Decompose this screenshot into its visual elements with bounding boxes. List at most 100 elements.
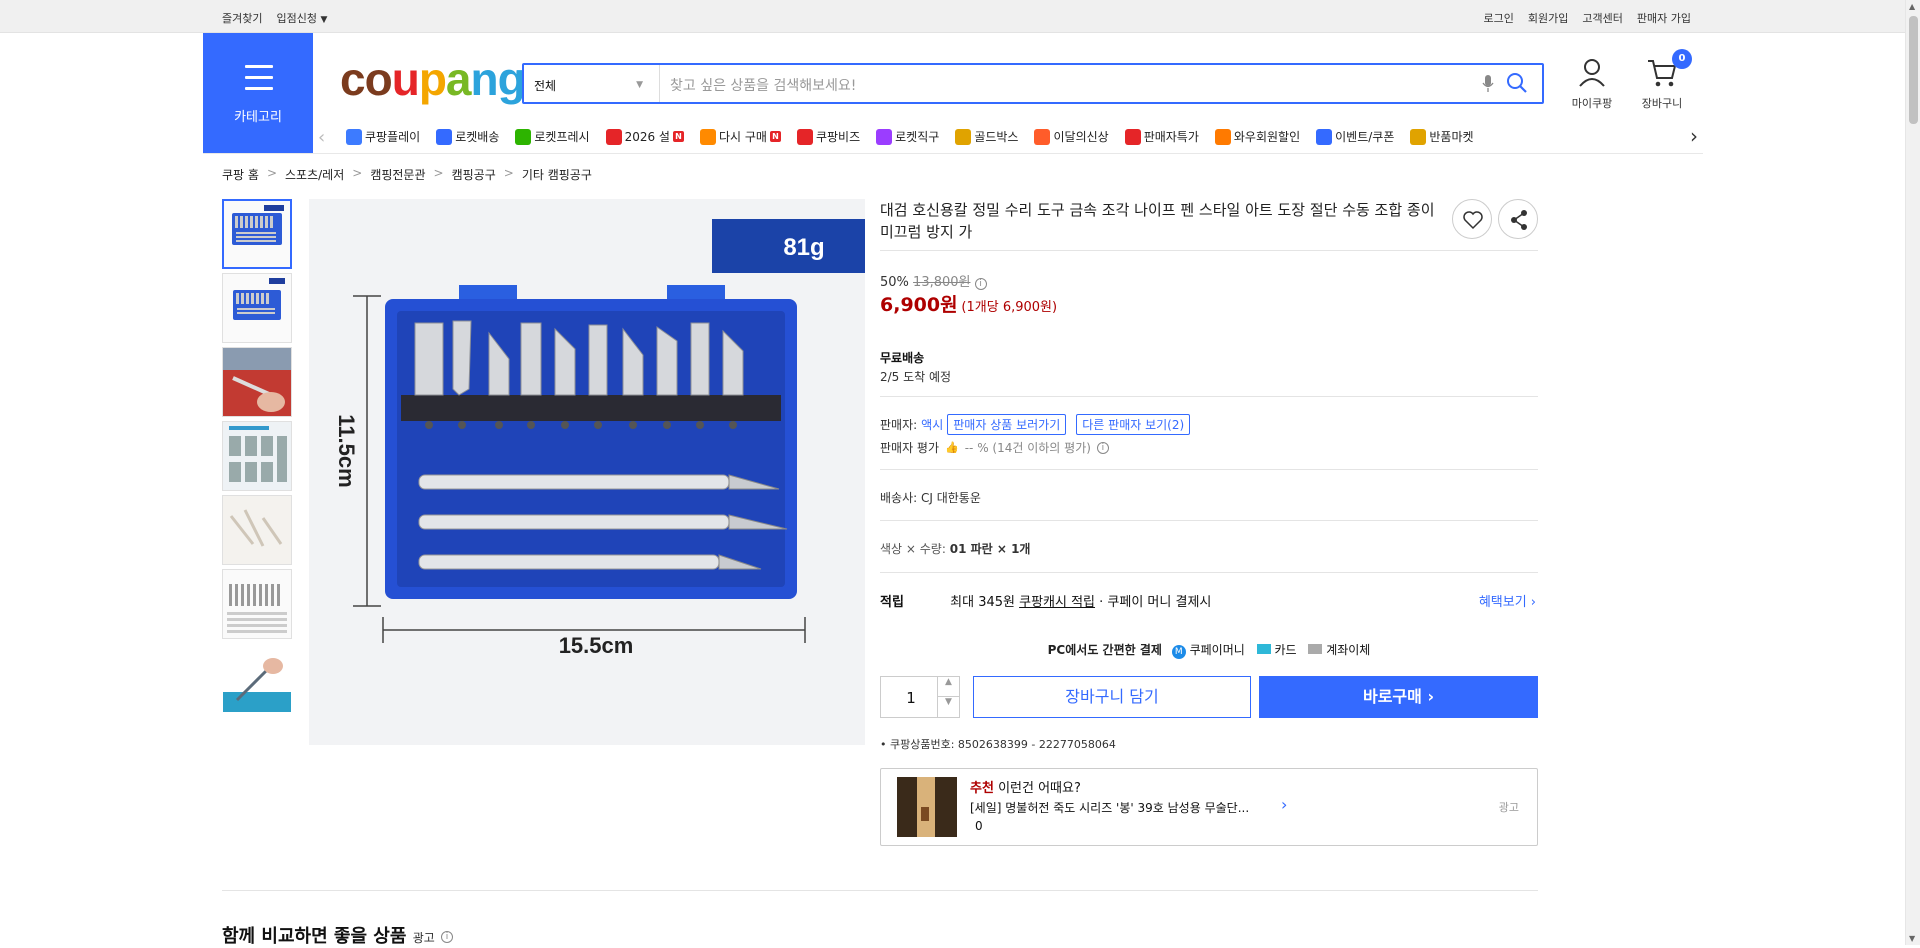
thumbnail-6[interactable] xyxy=(222,569,292,639)
nav-item-label: 로켓배송 xyxy=(455,130,500,144)
quantity-down-icon[interactable]: ▼ xyxy=(937,697,959,717)
signup-link[interactable]: 회원가입 xyxy=(1528,10,1568,26)
search-category-value: 전체 xyxy=(534,79,557,93)
weight-label: 81g xyxy=(783,234,824,261)
section-divider xyxy=(222,890,1538,891)
reward-label: 적립 xyxy=(880,595,904,610)
info-icon[interactable]: i xyxy=(1096,441,1109,454)
nav-item-label: 쿠팡비즈 xyxy=(815,130,861,144)
home-icon xyxy=(699,128,716,145)
reward-condition: · 쿠페이 머니 결제시 xyxy=(1099,595,1212,610)
wow-icon xyxy=(1214,128,1231,145)
category-menu-button[interactable]: 카테고리 xyxy=(203,33,313,153)
breadcrumb-item[interactable]: 기타 캠핑공구 xyxy=(522,166,592,183)
seller-name-link[interactable]: 액시 xyxy=(921,416,943,433)
nav-item[interactable]: 로켓배송 xyxy=(436,128,499,145)
height-dimension-label: 11.5cm xyxy=(334,414,359,487)
nav-item-label: 다시 구매 xyxy=(718,130,767,144)
customer-center-link[interactable]: 고객센터 xyxy=(1582,10,1622,26)
seller-apply-label: 입점신청 xyxy=(276,12,317,25)
page-scrollbar[interactable]: ▲ ▼ xyxy=(1905,0,1920,945)
coupang-logo[interactable]: coupang xyxy=(340,56,526,102)
seller-rating-value: -- % (14건 이하의 평가) xyxy=(964,441,1091,455)
nav-item[interactable]: 로켓프레시 xyxy=(515,128,590,145)
add-to-cart-button[interactable]: 장바구니 담기 xyxy=(973,676,1251,718)
nav-item[interactable]: 반품마켓 xyxy=(1410,128,1474,145)
new-badge: N xyxy=(672,131,684,142)
nav-item[interactable]: 와우회원할인 xyxy=(1214,128,1301,145)
microphone-icon[interactable] xyxy=(1482,74,1494,94)
shipping-date: 2/5 도착 예정 xyxy=(880,370,952,384)
bookmark-link[interactable]: 즐겨찾기 xyxy=(222,10,262,26)
breadcrumb-item[interactable]: 캠핑공구 xyxy=(452,166,496,183)
main-product-image[interactable]: 81g 11.5cm 15.5cm xyxy=(309,199,865,745)
scroll-up-icon[interactable]: ▲ xyxy=(1909,2,1915,11)
recommend-prefix: 추천 xyxy=(970,781,994,796)
coupang-cash-link[interactable]: 쿠팡캐시 적립 xyxy=(1019,595,1095,610)
quantity-input[interactable]: 1 xyxy=(881,689,941,707)
info-icon[interactable]: i xyxy=(974,278,987,290)
user-icon xyxy=(1579,59,1605,87)
coupon-icon xyxy=(1316,128,1333,145)
nav-item[interactable]: 쿠팡비즈 xyxy=(796,128,861,145)
recommended-product-thumbnail xyxy=(897,777,957,837)
buy-now-label: 바로구매 xyxy=(1362,687,1422,706)
other-sellers-button[interactable]: 다른 판매자 보기(2) xyxy=(1076,414,1191,435)
chevron-right-icon[interactable]: › xyxy=(1281,795,1287,814)
thumbnail-1[interactable] xyxy=(222,199,292,269)
price-row: 6,900원 (1개당 6,900원) xyxy=(880,290,1057,317)
benefit-link[interactable]: 혜택보기 › xyxy=(1479,591,1536,610)
nav-item[interactable]: 판매자특가 xyxy=(1124,128,1199,145)
seller-rating-row: 판매자 평가 👍 -- % (14건 이하의 평가) i xyxy=(880,439,1109,456)
thumbnail-5[interactable] xyxy=(222,495,292,565)
search-category-select[interactable]: 전체 ▼ xyxy=(524,65,660,102)
nav-item-label: 와우회원할인 xyxy=(1233,130,1301,144)
breadcrumb-item[interactable]: 쿠팡 홈 xyxy=(222,166,259,183)
nav-item[interactable]: 쿠팡플레이 xyxy=(346,128,420,145)
nav-item-label: 골드박스 xyxy=(974,130,1019,144)
seller-signup-link[interactable]: 판매자 가입 xyxy=(1637,10,1691,26)
nav-item-label: 2026 설 xyxy=(624,130,670,144)
recommend-item-name[interactable]: [세일] 명불허전 죽도 시리즈 '봉' 39호 남성용 무술단... xyxy=(970,799,1290,816)
thumbnail-4[interactable] xyxy=(222,421,292,491)
chevron-right-icon: › xyxy=(1427,687,1435,706)
seller-row: 판매자: 액시 판매자 상품 보러가기 다른 판매자 보기(2) xyxy=(880,414,1191,435)
quantity-up-icon[interactable]: ▲ xyxy=(937,677,959,697)
search-input[interactable]: 찾고 싶은 상품을 검색해보세요! xyxy=(670,75,856,95)
wishlist-button[interactable] xyxy=(1452,199,1492,239)
scrollbar-thumb[interactable] xyxy=(1909,16,1918,124)
top-utility-bar: 즐겨찾기 입점신청 ▼ 로그인 회원가입 고객센터 판매자 가입 xyxy=(0,0,1905,33)
chevron-left-icon[interactable]: ‹ xyxy=(318,127,325,148)
nav-item[interactable]: 골드박스 xyxy=(955,128,1018,145)
sale-price: 6,900원 xyxy=(880,294,958,316)
goldbox-icon xyxy=(955,128,972,145)
pay-title: PC에서도 간편한 결제 xyxy=(1047,643,1162,657)
nav-item[interactable]: 2026 설N xyxy=(605,128,684,145)
seller-products-button[interactable]: 판매자 상품 보러가기 xyxy=(947,414,1067,435)
breadcrumb-item[interactable]: 캠핑전문관 xyxy=(370,166,425,183)
thumbnail-3[interactable] xyxy=(222,347,292,417)
search-icon[interactable] xyxy=(1506,72,1528,94)
info-icon[interactable]: i xyxy=(441,931,454,943)
breadcrumb-item[interactable]: 스포츠/레저 xyxy=(285,166,344,183)
recommendation-box[interactable]: 추천 이런건 어때요? [세일] 명불허전 죽도 시리즈 '봉' 39호 남성용… xyxy=(880,768,1538,846)
nav-item[interactable]: 이벤트/쿠폰 xyxy=(1316,128,1394,145)
share-button[interactable] xyxy=(1498,199,1538,239)
buy-now-button[interactable]: 바로구매 › xyxy=(1259,676,1538,718)
seller-apply-link[interactable]: 입점신청 ▼ xyxy=(276,10,327,26)
reward-amount: 최대 345원 xyxy=(950,595,1015,610)
breadcrumb-separator-icon: > xyxy=(352,166,363,180)
nav-item[interactable]: 이달의신상 xyxy=(1034,128,1109,145)
thumbnail-7[interactable] xyxy=(222,643,292,713)
nav-item[interactable]: 다시 구매 N xyxy=(699,128,781,145)
login-link[interactable]: 로그인 xyxy=(1484,10,1514,26)
nav-item[interactable]: 로켓직구 xyxy=(876,128,939,145)
scroll-down-icon[interactable]: ▼ xyxy=(1909,934,1915,943)
my-coupang-button[interactable]: 마이쿠팡 xyxy=(1566,58,1618,111)
rocket-global-icon xyxy=(876,128,893,145)
thumbnail-2[interactable] xyxy=(222,273,292,343)
pay-method: 계좌이체 xyxy=(1326,643,1371,657)
card-icon xyxy=(1256,644,1271,654)
rocket-icon xyxy=(436,128,453,145)
chevron-right-icon[interactable]: › xyxy=(1690,124,1698,148)
